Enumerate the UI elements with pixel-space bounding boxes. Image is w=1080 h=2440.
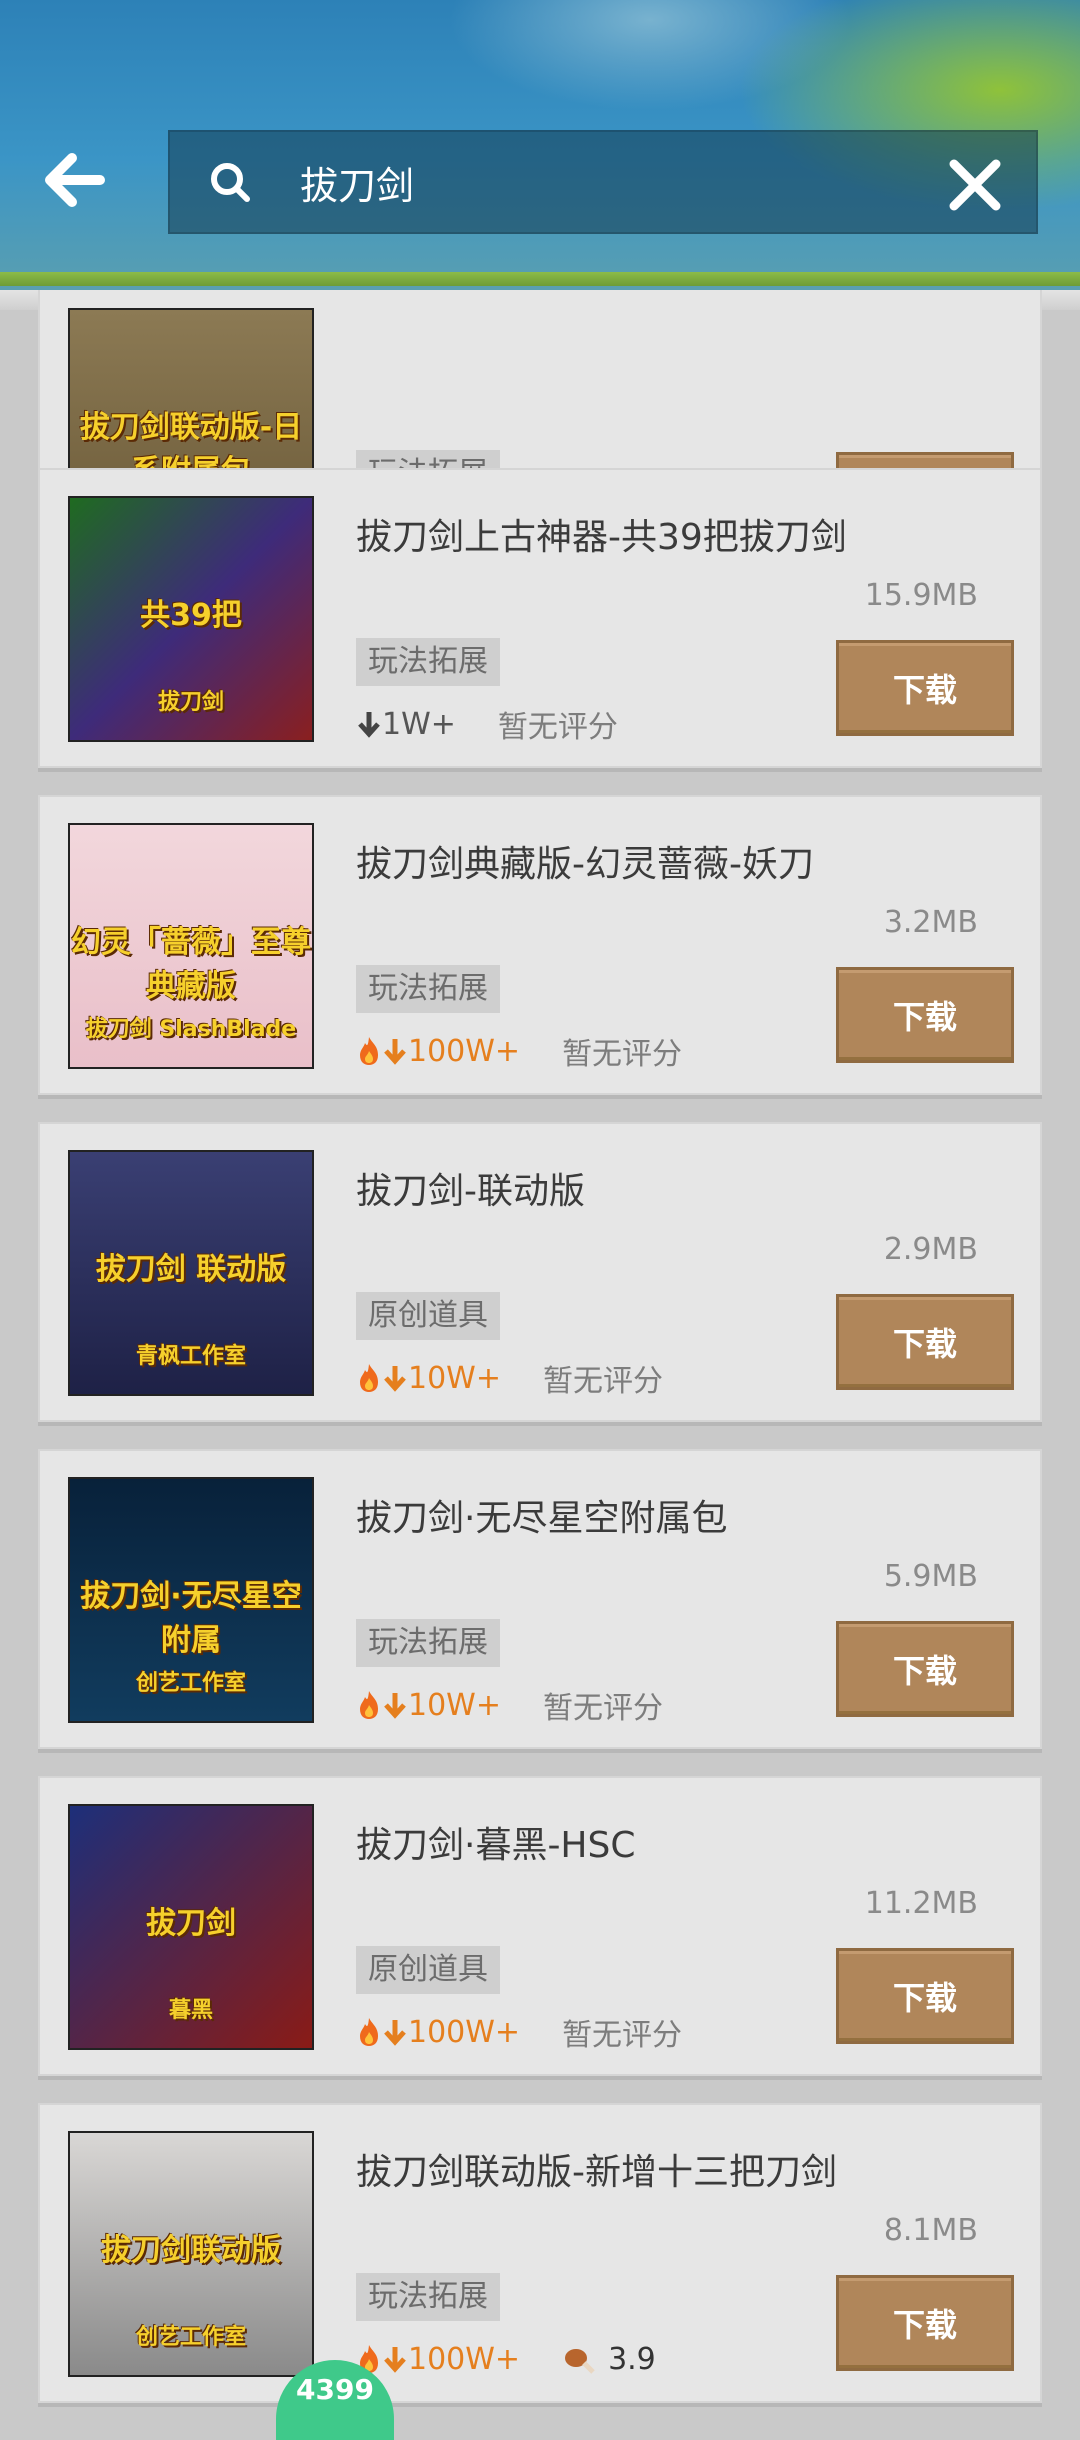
thumbnail-subcaption: 拔刀剑 SlashBlade — [85, 1017, 297, 1042]
download-count-value: 100W+ — [408, 2014, 521, 2050]
list-item[interactable]: 共39把 拔刀剑 拔刀剑上古神器-共39把拔刀剑 15.9MB 玩法拓展 1W+ 暂无评分下… — [38, 468, 1042, 768]
download-count: 100W+ — [356, 1034, 520, 1069]
back-button[interactable] — [36, 142, 112, 218]
search-bar[interactable] — [168, 130, 1038, 234]
item-title[interactable]: 拔刀剑上古神器-共39把拔刀剑 — [356, 508, 847, 560]
list-item[interactable]: 拔刀剑·无尽星空附属 创艺工作室 拔刀剑·无尽星空附属包 5.9MB 玩法拓展 10W+ 暂… — [38, 1449, 1042, 1749]
rating-value: 暂无评分 — [542, 1691, 663, 1726]
download-arrow-icon — [384, 1039, 406, 1065]
item-stats: 10W+ 暂无评分 — [356, 1354, 663, 1402]
rating-text: 暂无评分 — [543, 1356, 663, 1400]
thumbnail-caption: 拔刀剑 联动版 — [95, 1252, 287, 1287]
item-thumbnail[interactable]: 拔刀剑 联动版青枫工作室 — [68, 1150, 314, 1396]
item-title[interactable]: 拔刀剑联动版-新增十三把刀剑 — [356, 2143, 837, 2195]
category-tag: 原创道具 — [356, 1292, 500, 1340]
rating-value: 暂无评分 — [542, 1364, 663, 1399]
download-count: 100W+ — [356, 2015, 520, 2050]
fire-icon — [360, 1037, 378, 1065]
item-stats: 100W+ 3.9 — [356, 2335, 656, 2383]
category-tag: 玩法拓展 — [356, 1619, 500, 1667]
rating-text: 暂无评分 — [498, 702, 618, 746]
download-count-value: 100W+ — [408, 1033, 521, 1069]
download-arrow-icon — [384, 2020, 406, 2046]
download-arrow-icon — [384, 2347, 406, 2373]
item-thumbnail[interactable]: 拔刀剑·无尽星空附属创艺工作室 — [68, 1477, 314, 1723]
rating-text: 3.9 — [562, 2342, 656, 2377]
download-count: 10W+ — [356, 1361, 501, 1396]
list-item[interactable]: 拔刀剑 暮黑 拔刀剑·暮黑-HSC 11.2MB 原创道具 100W+ 暂无评分 下载 — [38, 1776, 1042, 2076]
download-count: 1W+ — [356, 707, 456, 742]
close-icon[interactable] — [944, 154, 1006, 216]
item-thumbnail[interactable]: 共39把拔刀剑 — [68, 496, 314, 742]
download-button[interactable]: 下载 — [836, 2275, 1014, 2371]
rating-text: 暂无评分 — [543, 1683, 663, 1727]
drumstick-icon — [565, 2349, 595, 2374]
thumbnail-caption: 拔刀剑 — [146, 1906, 236, 1941]
thumbnail-caption: 拔刀剑联动版 — [101, 2233, 281, 2268]
rating-text: 暂无评分 — [562, 1029, 682, 1073]
item-title[interactable]: 拔刀剑-联动版 — [356, 1162, 585, 1214]
top-bar — [0, 0, 1080, 290]
download-count-value: 1W+ — [382, 706, 456, 742]
category-tag: 原创道具 — [356, 1946, 500, 1994]
rating-value: 暂无评分 — [562, 1037, 683, 1072]
download-count: 100W+ — [356, 2342, 520, 2377]
fire-icon — [360, 1691, 378, 1719]
rating-value: 暂无评分 — [562, 2018, 683, 2053]
download-button[interactable]: 下载 — [836, 1621, 1014, 1717]
list-item[interactable]: 拔刀剑 联动版 青枫工作室 拔刀剑-联动版 2.9MB 原创道具 10W+ 暂无评分 下载 — [38, 1122, 1042, 1422]
item-size: 8.1MB — [883, 2213, 978, 2248]
thumbnail-subcaption: 创艺工作室 — [135, 1671, 246, 1696]
rating-value: 暂无评分 — [497, 710, 618, 745]
item-size: 2.9MB — [883, 1232, 978, 1267]
thumbnail-subcaption: 拔刀剑 — [157, 690, 224, 715]
search-icon — [211, 163, 250, 202]
fire-icon — [360, 1364, 378, 1392]
header-divider — [0, 272, 1080, 286]
category-tag: 玩法拓展 — [356, 638, 500, 686]
download-button[interactable]: 下载 — [836, 1948, 1014, 2044]
download-button[interactable]: 下载 — [836, 640, 1014, 736]
download-button[interactable]: 下载 — [836, 967, 1014, 1063]
search-input[interactable] — [298, 159, 902, 205]
item-stats: 100W+ 暂无评分 — [356, 1027, 682, 1075]
category-tag: 玩法拓展 — [356, 965, 500, 1013]
item-title[interactable]: 拔刀剑·无尽星空附属包 — [356, 1489, 727, 1541]
thumbnail-subcaption: 创艺工作室 — [135, 2325, 246, 2350]
item-thumbnail[interactable]: 拔刀剑 暮黑 — [68, 1804, 314, 2050]
download-arrow-icon — [384, 1693, 406, 1719]
item-size: 5.9MB — [883, 1559, 978, 1594]
item-thumbnail[interactable]: 拔刀剑联动版创艺工作室 — [68, 2131, 314, 2377]
download-count-value: 10W+ — [408, 1360, 501, 1396]
thumbnail-subcaption: 青枫工作室 — [135, 1344, 246, 1369]
download-arrow-icon — [358, 712, 380, 738]
rating-text: 暂无评分 — [562, 2010, 682, 2054]
list-item[interactable]: 幻灵「蔷薇」至尊典藏版拔刀剑 SlashBlade 拔刀剑典藏版-幻灵蔷薇-妖刀 3… — [38, 795, 1042, 1095]
category-tag: 玩法拓展 — [356, 2273, 500, 2321]
rating-value: 3.9 — [608, 2341, 656, 2377]
thumbnail-subcaption: 暮黑 — [168, 1998, 213, 2023]
download-arrow-icon — [384, 1366, 406, 1392]
thumbnail-caption: 拔刀剑·无尽星空附属 — [80, 1579, 302, 1658]
item-size: 3.2MB — [883, 905, 978, 940]
thumbnail-caption: 共39把 — [140, 598, 242, 633]
item-title[interactable]: 拔刀剑·暮黑-HSC — [356, 1816, 636, 1868]
download-count-value: 10W+ — [408, 1687, 501, 1723]
item-thumbnail[interactable]: 幻灵「蔷薇」至尊典藏版拔刀剑 SlashBlade — [68, 823, 314, 1069]
item-size: 11.2MB — [864, 1886, 978, 1921]
download-count-value: 100W+ — [408, 2341, 521, 2377]
arrow-left-icon — [45, 153, 105, 207]
fire-icon — [360, 2018, 378, 2046]
thumbnail-caption: 幻灵「蔷薇」至尊典藏版 — [71, 925, 311, 1004]
download-count: 10W+ — [356, 1688, 501, 1723]
download-button[interactable]: 下载 — [836, 1294, 1014, 1390]
item-size: 15.9MB — [864, 578, 978, 613]
list-item[interactable]: 拔刀剑联动版 创艺工作室 拔刀剑联动版-新增十三把刀剑 8.1MB 玩法拓展 100W+ 3… — [38, 2103, 1042, 2403]
item-stats: 100W+ 暂无评分 — [356, 2008, 682, 2056]
item-title[interactable]: 拔刀剑典藏版-幻灵蔷薇-妖刀 — [356, 835, 814, 887]
item-stats: 1W+ 暂无评分 — [356, 700, 618, 748]
item-stats: 10W+ 暂无评分 — [356, 1681, 663, 1729]
